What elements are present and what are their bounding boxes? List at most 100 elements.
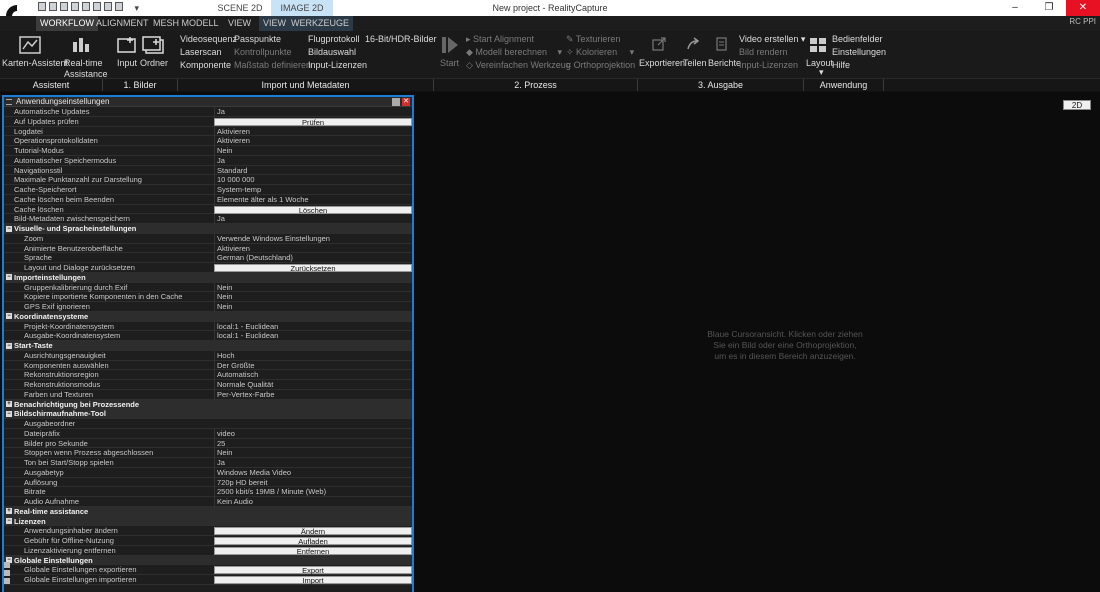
collapse-icon[interactable]: − <box>6 342 12 349</box>
section-licenses[interactable]: − Lizenzen <box>4 516 412 527</box>
video-erstellen-button[interactable]: Video erstellen ▾ <box>739 34 805 45</box>
setting-value[interactable]: Verwende Windows Einstellungen <box>214 233 412 244</box>
setting-value[interactable]: German (Deutschland) <box>214 253 412 263</box>
karten-assistent-button[interactable]: Karten-Assistent <box>2 58 68 68</box>
section-realtime-assistance[interactable]: + Real-time assistance <box>4 506 412 517</box>
panel-dock-icon[interactable] <box>392 98 400 106</box>
setting-value[interactable]: Nein <box>214 292 412 302</box>
einstellungen-button[interactable]: Einstellungen <box>832 47 886 57</box>
start-button[interactable]: Start <box>440 58 459 68</box>
setting-value[interactable]: local:1 - Euclidean <box>214 321 412 332</box>
pruefen-button[interactable]: Prüfen <box>214 117 412 126</box>
setting-value[interactable]: Nein <box>214 282 412 293</box>
setting-value[interactable]: Per-Vertex-Farbe <box>214 389 412 400</box>
passpunkte-button[interactable]: Passpunkte <box>234 34 281 44</box>
collapse-icon[interactable]: − <box>6 274 12 281</box>
layout-dropdown-icon[interactable]: ▾ <box>819 67 824 78</box>
tab-mesh-modell[interactable]: MESH MODELL <box>149 16 223 31</box>
setting-value[interactable]: Aktivieren <box>214 243 412 254</box>
section-start-button[interactable]: − Start-Taste <box>4 341 412 351</box>
flugprotokoll-button[interactable]: Flugprotokoll <box>308 34 360 44</box>
minimize-button[interactable]: – <box>998 0 1032 16</box>
scroll-up-icon[interactable] <box>4 570 10 576</box>
komponente-button[interactable]: Komponente <box>180 60 231 70</box>
aufladen-button[interactable]: Aufladen <box>214 537 412 546</box>
section-screen-capture[interactable]: − Bildschirmaufnahme-Tool <box>4 409 412 419</box>
modell-dropdown-icon[interactable]: ▾ <box>558 47 563 57</box>
bildauswahl-button[interactable]: Bildauswahl <box>308 47 356 57</box>
setting-value[interactable]: Standard <box>214 165 412 176</box>
setting-value[interactable]: Ja <box>214 155 412 166</box>
setting-value[interactable]: Aktivieren <box>214 136 412 146</box>
vereinfachen-button[interactable]: ◇ Vereinfachen Werkzeug <box>466 60 571 71</box>
start-play-icon[interactable] <box>441 35 459 55</box>
expand-icon[interactable]: + <box>6 401 12 407</box>
hdr-images-button[interactable]: 16-Bit/HDR-Bilder <box>365 34 437 44</box>
kolorieren-button[interactable]: ✧ Kolorieren ▾ <box>566 47 634 58</box>
input-images-icon[interactable] <box>116 35 138 55</box>
setting-value[interactable]: 10 000 000 <box>214 175 412 185</box>
close-button[interactable]: ✕ <box>1066 0 1100 16</box>
setting-value[interactable]: Nein <box>214 146 412 156</box>
section-import[interactable]: − Importeinstellungen <box>4 272 412 283</box>
setting-value[interactable]: Ja <box>214 458 412 468</box>
collapse-icon[interactable]: − <box>6 518 12 524</box>
maximize-button[interactable]: ❐ <box>1032 0 1066 16</box>
input-button[interactable]: Input <box>117 58 137 68</box>
hilfe-button[interactable]: Hilfe <box>832 60 850 70</box>
section-visual-language[interactable]: − Visuelle- und Spracheinstellungen <box>4 224 412 234</box>
bedienfelder-button[interactable]: Bedienfelder <box>832 34 883 44</box>
tab-werkzeuge[interactable]: WERKZEUGE <box>287 16 354 31</box>
realtime-assistance-icon[interactable] <box>70 34 94 56</box>
report-icon[interactable] <box>716 37 728 51</box>
share-icon[interactable] <box>686 37 700 51</box>
panel-close-icon[interactable]: ✕ <box>402 98 410 106</box>
layout-grid-icon[interactable] <box>810 38 826 52</box>
massstab-definieren-button[interactable]: Maßstab definieren <box>234 60 311 70</box>
expand-icon[interactable]: + <box>6 508 12 515</box>
entfernen-button[interactable]: Entfernen <box>214 546 412 555</box>
setting-value[interactable]: System-temp <box>214 185 412 195</box>
start-alignment-button[interactable]: ▸ Start Alignment <box>466 34 534 45</box>
input-lizenzen-import-button[interactable]: Input-Lizenzen <box>308 60 367 70</box>
export-settings-button[interactable]: Export <box>214 566 412 575</box>
ordner-button[interactable]: Ordner <box>140 58 168 68</box>
aendern-button[interactable]: Ändern <box>214 527 412 536</box>
kontrollpunkte-button[interactable]: Kontrollpunkte <box>234 47 292 57</box>
modell-berechnen-button[interactable]: ◆ Modell berechnen ▾ <box>466 47 562 58</box>
setting-value[interactable]: Nein <box>214 448 412 458</box>
setting-value[interactable]: Ja <box>214 107 412 117</box>
import-settings-button[interactable]: Import <box>214 576 412 585</box>
tab-workflow[interactable]: WORKFLOW <box>36 16 98 31</box>
export-icon[interactable] <box>652 37 666 51</box>
videosequenz-button[interactable]: Videosequenz <box>180 34 237 44</box>
teilen-button[interactable]: Teilen <box>683 58 707 68</box>
view-mode-2d-button[interactable]: 2D <box>1063 100 1091 110</box>
section-notification[interactable]: + Benachrichtigung bei Prozessende <box>4 399 412 410</box>
section-coordinates[interactable]: − Koordinatensysteme <box>4 311 412 322</box>
texturieren-button[interactable]: ✎ Texturieren <box>566 34 620 45</box>
setting-value[interactable]: 25 <box>214 438 412 449</box>
setting-value[interactable]: 2500 kbit/s 19MB / Minute (Web) <box>214 487 412 497</box>
tab-view-scene[interactable]: VIEW <box>224 16 255 31</box>
collapse-icon[interactable]: − <box>6 410 12 417</box>
map-assistant-icon[interactable] <box>18 34 42 56</box>
setting-value[interactable]: Normale Qualität <box>214 380 412 390</box>
exportieren-button[interactable]: Exportieren <box>639 58 685 68</box>
setting-value[interactable]: Nein <box>214 302 412 312</box>
collapse-icon[interactable]: − <box>6 225 12 232</box>
section-global-settings[interactable]: − Globale Einstellungen <box>4 555 412 566</box>
scroll-down-icon[interactable] <box>4 578 10 584</box>
setting-value[interactable]: Kein Audio <box>214 497 412 507</box>
panel-menu-icon[interactable] <box>6 99 12 105</box>
kolorieren-dropdown-icon[interactable]: ▾ <box>630 47 635 57</box>
scroll-top-icon[interactable] <box>4 562 10 568</box>
setting-value[interactable]: Windows Media Video <box>214 467 412 478</box>
setting-value[interactable]: 720p HD bereit <box>214 477 412 488</box>
setting-value[interactable]: local:1 - Euclidean <box>214 331 412 341</box>
loeschen-button[interactable]: Löschen <box>214 205 412 214</box>
berichte-button[interactable]: Berichte <box>708 58 741 68</box>
setting-value[interactable]: video <box>214 428 412 439</box>
tab-view-image[interactable]: VIEW <box>259 16 291 31</box>
input-lizenzen-ausgabe-button[interactable]: Input-Lizenzen <box>739 60 798 70</box>
